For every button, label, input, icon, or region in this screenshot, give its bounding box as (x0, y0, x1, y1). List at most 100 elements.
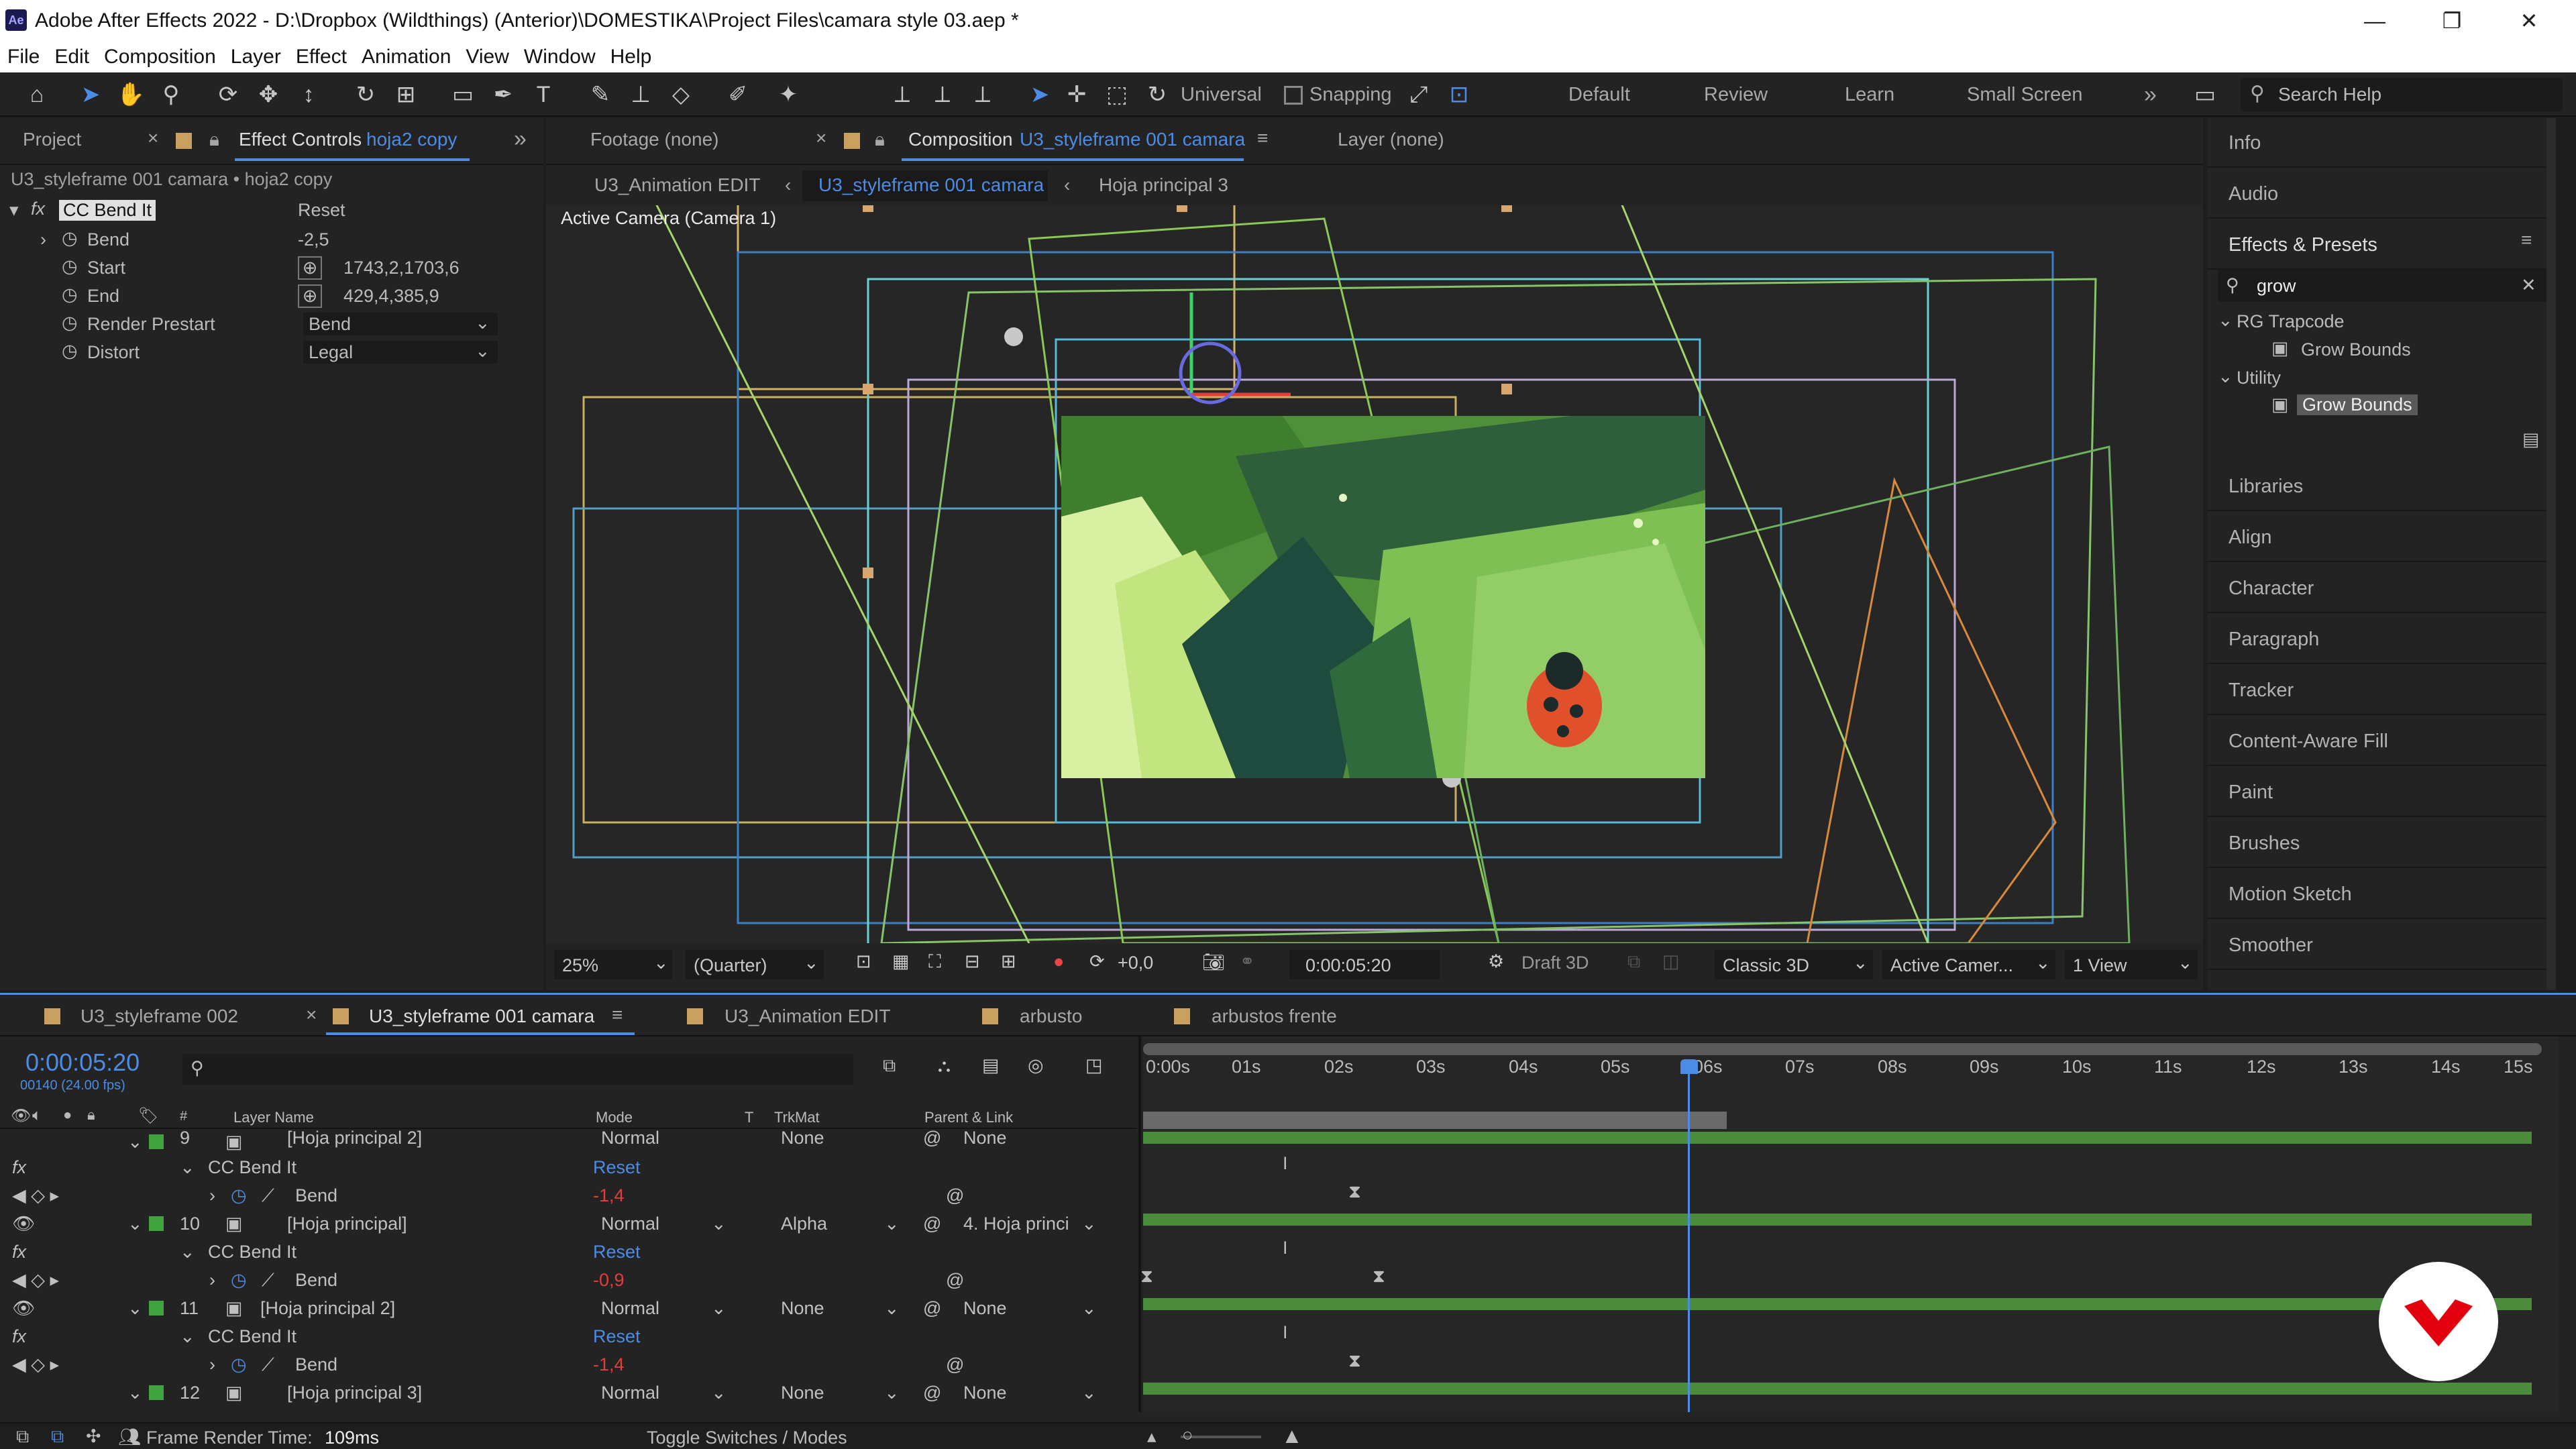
stopwatch-icon[interactable]: ◷ (231, 1266, 247, 1294)
timeline-tab[interactable]: arbustos frente (1212, 1006, 1337, 1027)
composition-viewport[interactable]: Active Camera (Camera 1) (546, 205, 2203, 943)
prop-value[interactable]: 429,4,385,9 (343, 286, 439, 307)
dolly-camera-icon[interactable]: ↕ (292, 78, 325, 111)
ground-plane-icon[interactable]: ◫ (1662, 951, 1680, 972)
parent-dropdown[interactable]: None (963, 1379, 1007, 1407)
mode-dropdown[interactable]: Normal (601, 1210, 659, 1238)
effect-controls-layer[interactable]: hoja2 copy (366, 129, 457, 150)
type-tool-icon[interactable]: T (527, 78, 560, 111)
mode-dropdown[interactable]: Normal (601, 1124, 659, 1152)
draft-3d-icon[interactable]: ⚙ (1488, 951, 1504, 972)
twirl-icon[interactable]: ⌄ (127, 1294, 143, 1322)
rotate-gizmo-icon[interactable]: ↻ (1140, 78, 1174, 111)
toggle-switches-modes[interactable]: Toggle Switches / Modes (647, 1428, 847, 1448)
brush-tool-icon[interactable]: ✎ (584, 78, 617, 111)
right-panel-scrollbar[interactable] (2546, 118, 2556, 990)
panel-tracker[interactable]: Tracker (2207, 665, 2556, 715)
shy-icon[interactable]: 👥︎ (118, 1426, 141, 1448)
layer-row[interactable]: ⌄ 12 ▣ [Hoja principal 3] Normal ⌄ None … (0, 1379, 1137, 1407)
exposure-value[interactable]: +0,0 (1118, 953, 1153, 973)
twirl-icon[interactable]: ⌄ (180, 1238, 195, 1266)
stopwatch-icon[interactable]: ◷ (62, 256, 78, 277)
bend-value[interactable]: -1,4 (593, 1181, 625, 1210)
rotate-tool-icon[interactable]: ↻ (349, 78, 382, 111)
keyframe-icon[interactable]: ⧗ (1373, 1266, 1385, 1287)
scale-gizmo-icon[interactable]: ⬚ (1100, 78, 1134, 111)
lock-icon[interactable]: 🔒︎ (209, 129, 219, 151)
distort-dropdown[interactable]: Legal ⌄ (303, 341, 498, 364)
twirl-icon[interactable]: ⌄ (127, 1210, 143, 1238)
graph-editor-icon[interactable]: ◳ (1085, 1055, 1103, 1076)
restore-button[interactable]: ❐ (2415, 0, 2489, 42)
close-button[interactable]: ✕ (2492, 0, 2566, 42)
twirl-icon[interactable]: ⌄ (180, 1153, 195, 1181)
channels-icon[interactable]: ● (1053, 951, 1064, 972)
show-snapshot-icon[interactable]: ⚭ (1240, 951, 1255, 972)
layer-duration-bar[interactable] (1143, 1383, 2532, 1395)
roto-brush-icon[interactable]: ✐ (721, 78, 755, 111)
draft-3d-label[interactable]: Draft 3D (1521, 953, 1589, 973)
mask-visibility-icon[interactable]: ⛶ (928, 951, 941, 973)
snapping-checkbox[interactable] (1284, 86, 1303, 105)
draft-3d-toggle-icon[interactable]: ⛬ (938, 1055, 951, 1077)
zoom-slider-thumb[interactable]: ○ (1182, 1425, 1193, 1446)
panel-effects-presets[interactable]: Effects & Presets (2207, 220, 2556, 270)
panel-menu-icon[interactable]: ≡ (2521, 229, 2532, 251)
zoom-in-icon[interactable]: ▲ (1281, 1424, 1303, 1448)
panel-info[interactable]: Info (2207, 118, 2556, 168)
pan-camera-icon[interactable]: ✥ (252, 78, 285, 111)
hand-tool-icon[interactable]: ✋ (114, 78, 148, 111)
pickwhip-icon[interactable]: @ (946, 1350, 964, 1379)
menu-layer[interactable]: Layer (223, 42, 288, 72)
view-axis-icon[interactable]: ⟂ (966, 78, 1000, 111)
twirl-icon[interactable]: › (209, 1181, 215, 1210)
graph-icon[interactable]: ⟋ (262, 1350, 274, 1379)
layer-duration-bar[interactable] (1143, 1132, 2532, 1144)
grid-options-icon[interactable]: ⊞ (1001, 951, 1016, 972)
view-layout-dropdown[interactable]: 1 View ⌄ (2065, 950, 2198, 979)
stopwatch-icon[interactable]: ◷ (231, 1350, 247, 1379)
panel-menu-icon[interactable]: ≡ (612, 1004, 623, 1026)
eye-icon[interactable]: 👁︎ (12, 1294, 35, 1322)
search-help-field[interactable]: ⚲ Search Help (2241, 78, 2563, 111)
column-divider[interactable] (1138, 1036, 1141, 1412)
breadcrumb-current[interactable]: U3_styleframe 001 camara (818, 174, 1044, 196)
effect-row[interactable]: fx ⌄ CC Bend It Reset (0, 1153, 1137, 1181)
close-tab-icon[interactable]: × (306, 1004, 317, 1026)
mode-dropdown[interactable]: Normal (601, 1379, 659, 1407)
stopwatch-icon[interactable]: ◷ (62, 341, 78, 362)
keyframe-nav-icon[interactable]: ◀ ◇ ▸ (12, 1266, 59, 1294)
tree-item-grow-bounds[interactable]: ▣ Grow Bounds (2218, 335, 2546, 364)
time-navigator[interactable] (1143, 1043, 2542, 1055)
menu-file[interactable]: File (0, 42, 47, 72)
effect-row[interactable]: fx ⌄ CC Bend It Reset (0, 1238, 1137, 1266)
fx-icon[interactable]: fx (31, 199, 45, 219)
twirl-icon[interactable]: › (209, 1266, 215, 1294)
panel-content-aware-fill[interactable]: Content-Aware Fill (2207, 716, 2556, 766)
snap-target-icon[interactable]: ⊡ (1442, 78, 1476, 111)
pickwhip-icon[interactable]: @ (946, 1266, 964, 1294)
clone-stamp-icon[interactable]: ⊥ (624, 78, 657, 111)
close-tab-icon[interactable]: × (816, 127, 826, 149)
workspace-learn[interactable]: Learn (1845, 72, 1894, 117)
effect-reset-link[interactable]: Reset (298, 200, 345, 221)
layer-duration-bar[interactable] (1143, 1298, 2532, 1310)
trkmat-dropdown[interactable]: None (781, 1379, 824, 1407)
snapping-label[interactable]: Snapping (1309, 72, 1392, 117)
menu-animation[interactable]: Animation (354, 42, 458, 72)
tree-item-grow-bounds-selected[interactable]: ▣ Grow Bounds (2218, 392, 2546, 420)
stopwatch-icon[interactable]: ◷ (231, 1181, 247, 1210)
frame-blending-icon[interactable]: ▤ (982, 1055, 1000, 1076)
timeline-timecode[interactable]: 0:00:05:20 (25, 1049, 140, 1077)
expand-icon[interactable]: › (40, 229, 46, 250)
timeline-tracks[interactable]: 0:00s 01s 02s 03s 04s 05s 06s 07s 08s 09… (1140, 1036, 2559, 1412)
tab-project[interactable]: Project (23, 129, 81, 150)
keyframe-icon[interactable]: ⧗ (1348, 1350, 1361, 1372)
timeline-tab-active[interactable]: U3_styleframe 001 camara (369, 1006, 594, 1027)
3d-view-dropdown[interactable]: Active Camer... ⌄ (1882, 950, 2055, 979)
anchor-tool-icon[interactable]: ⊞ (389, 78, 423, 111)
stopwatch-icon[interactable]: ◷ (62, 228, 78, 249)
panel-character[interactable]: Character (2207, 564, 2556, 613)
menu-help[interactable]: Help (603, 42, 659, 72)
tab-layer[interactable]: Layer (none) (1338, 129, 1444, 150)
